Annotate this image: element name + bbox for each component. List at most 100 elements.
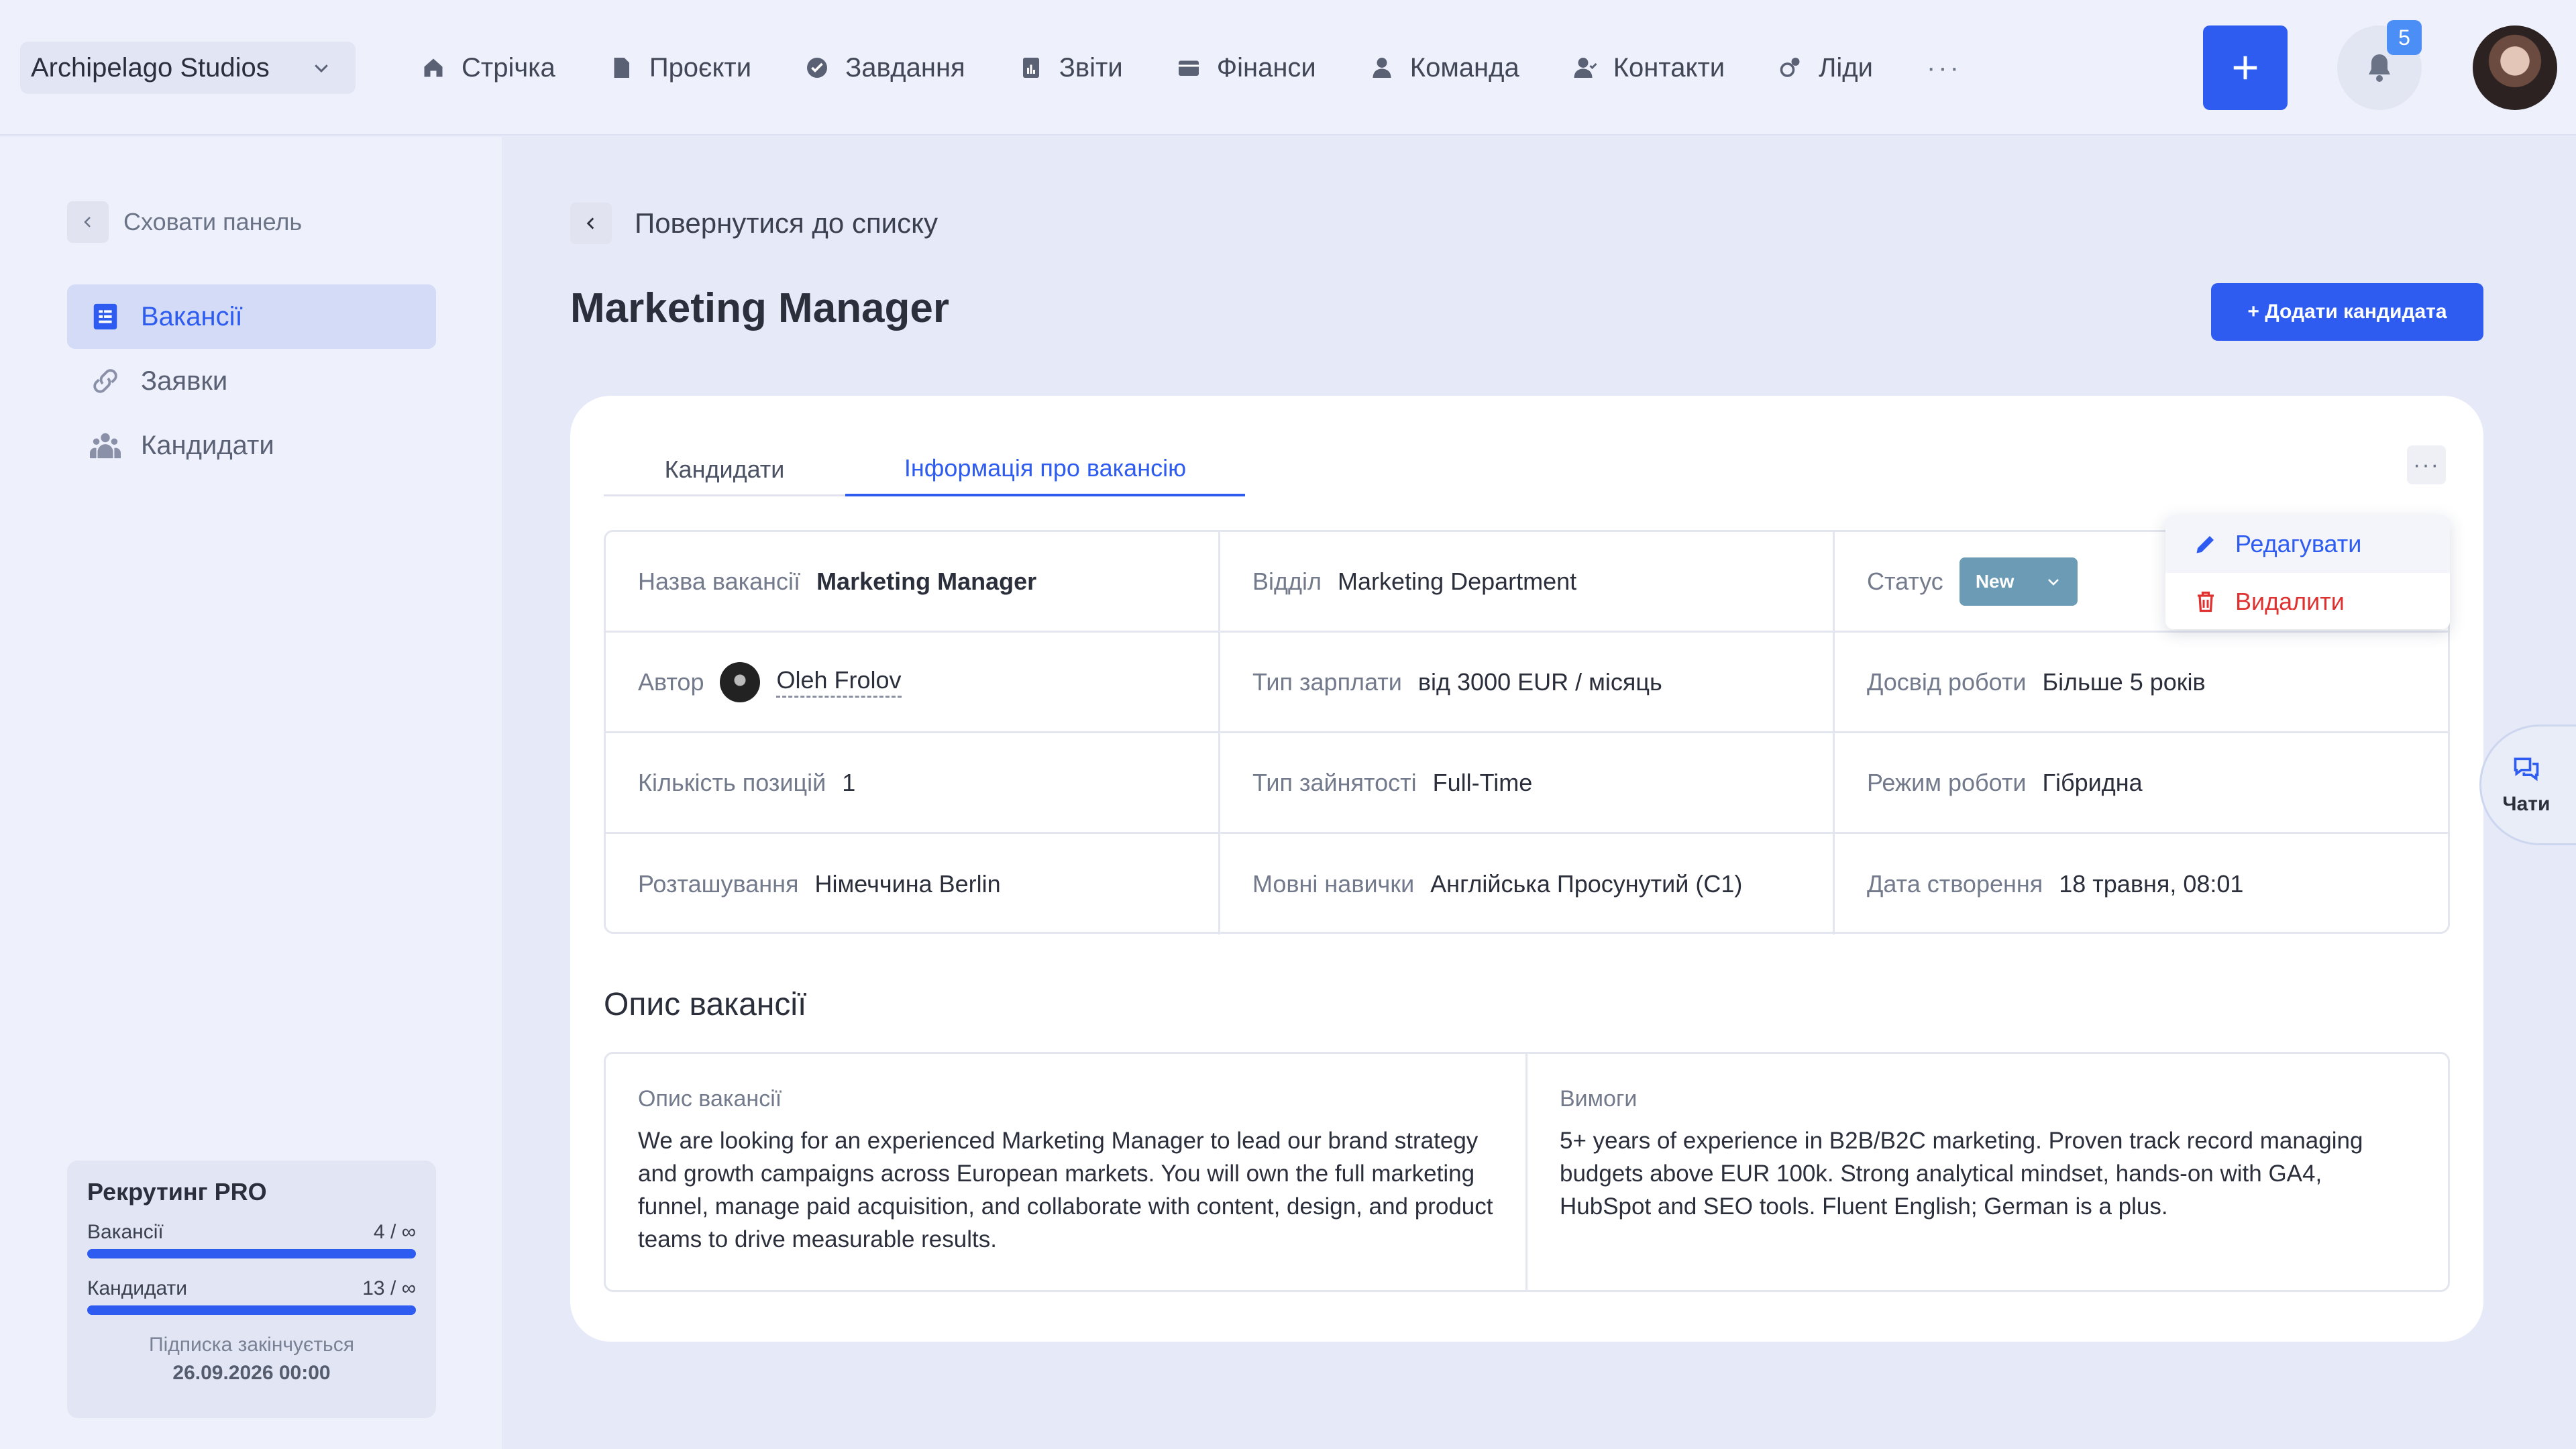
menu-edit[interactable]: Редагувати [2165,515,2450,573]
leads-icon [1780,58,1800,77]
pencil-icon [2196,536,2214,553]
chevron-down-icon [2047,578,2059,586]
info-work-mode: Режим роботи Гібридна [1835,733,2448,834]
info-created: Дата створення 18 травня, 08:01 [1835,834,2448,934]
info-label: Дата створення [1867,870,2043,898]
nav-item-reports[interactable]: Звіти [1019,53,1123,83]
options-menu: Редагувати Видалити [2165,515,2450,629]
report-icon [1022,58,1039,78]
info-value: Більше 5 років [2042,667,2206,696]
description-box: Опис вакансії We are looking for an expe… [604,1052,2450,1292]
info-label: Автор [638,667,704,696]
nav-item-feed[interactable]: Стрічка [421,53,555,83]
hide-panel-button[interactable]: Сховати панель [67,201,302,243]
sidebar-item-vacancies[interactable]: Вакансії [67,284,436,349]
info-label: Розташування [638,870,799,898]
description-column: Опис вакансії We are looking for an expe… [606,1054,1527,1290]
notifications-count-badge: 5 [2387,20,2422,55]
nav-item-finance[interactable]: Фінанси [1177,53,1316,83]
plan-vacancies-value: 4 / ∞ [373,1221,416,1243]
nav-label: Фінанси [1216,52,1316,83]
tabs: Кандидати Інформація про вакансію [604,443,1245,496]
description-label: Опис вакансії [638,1086,782,1112]
hide-panel-label: Сховати панель [123,208,303,235]
sidebar-item-label: Кандидати [141,430,274,460]
main-nav: Стрічка Проєкти Завдання Звіти Фінанси К… [421,42,1962,94]
info-label: Тип зайнятості [1252,768,1417,796]
nav-item-contacts[interactable]: Контакти [1573,53,1725,83]
info-label: Статус [1867,567,1943,595]
info-value: від 3000 EUR / місяць [1417,667,1662,696]
menu-delete-label: Видалити [2235,588,2345,615]
nav-label: Команда [1409,52,1519,83]
tab-vacancy-info[interactable]: Інформація про вакансію [845,443,1245,496]
info-label: Назва вакансії [638,567,801,595]
nav-label: Звіти [1059,52,1123,83]
nav-more-button[interactable]: ··· [1927,53,1962,83]
more-options-button[interactable]: ··· [2407,445,2446,484]
plan-candidates-row: Кандидати 13 / ∞ [87,1277,416,1300]
top-bar: Archipelago Studios Стрічка Проєкти Завд… [0,0,2576,136]
plan-expires-note: Підписка закінчується [149,1334,354,1356]
company-selector[interactable]: Archipelago Studios [20,42,356,94]
chevron-left-icon [67,201,109,243]
info-employment: Тип зайнятості Full-Time [1220,733,1835,834]
quick-add-button[interactable] [2203,25,2288,110]
people-icon [90,433,121,459]
nav-item-team[interactable]: Команда [1370,53,1519,83]
add-candidate-button[interactable]: + Додати кандидата [2211,283,2483,341]
info-label: Відділ [1252,567,1322,595]
author-link[interactable]: Oleh Frolov [776,666,902,698]
wallet-icon [1178,60,1199,76]
status-dropdown[interactable]: New [1959,557,2078,606]
chats-button[interactable]: Чати [2479,724,2576,845]
menu-edit-label: Редагувати [2235,530,2362,557]
chat-icon [2514,757,2539,782]
back-to-list-link[interactable]: Повернутися до списку [570,203,938,244]
subscription-plan-card: Рекрутинг PRO Вакансії 4 / ∞ Кандидати 1… [67,1161,436,1418]
vacancies-icon [93,303,117,330]
sidebar-item-label: Заявки [141,366,228,396]
plan-vacancies-label: Вакансії [87,1221,164,1243]
nav-item-tasks[interactable]: Завдання [805,53,965,83]
sidebar-item-requests[interactable]: Заявки [67,349,436,413]
info-value: Англійська Просунутий (C1) [1430,870,1743,898]
bell-icon [2369,54,2390,82]
check-circle-icon [807,58,828,78]
home-icon [424,58,443,77]
sidebar-item-candidates[interactable]: Кандидати [67,413,436,478]
chevron-left-icon [570,203,612,244]
menu-delete[interactable]: Видалити [2165,573,2450,631]
info-value: 18 травня, 08:01 [2059,870,2244,898]
info-value: Гібридна [2042,768,2143,796]
info-value: 1 [842,768,856,796]
requirements-label: Вимоги [1560,1086,1638,1112]
sidebar: Сховати панель Вакансії Заявки Кандидати… [0,137,502,1449]
trash-icon [2198,591,2214,612]
requirements-text: 5+ years of experience in B2B/B2C market… [1560,1128,2363,1220]
sidebar-item-label: Вакансії [141,301,243,331]
plan-title: Рекрутинг PRO [87,1178,267,1205]
plan-candidates-bar [87,1305,416,1315]
description-text: We are looking for an experienced Market… [638,1128,1493,1252]
chats-label: Чати [2502,793,2551,815]
tab-candidates[interactable]: Кандидати [604,443,845,496]
person-icon [1373,58,1391,78]
user-avatar[interactable] [2473,25,2557,110]
info-experience: Досвід роботи Більше 5 років [1835,633,2448,733]
plan-candidates-value: 13 / ∞ [362,1277,416,1299]
plan-vacancies-bar [87,1249,416,1258]
info-vacancy-name: Назва вакансії Marketing Manager [606,532,1220,633]
info-label: Тип зарплати [1252,667,1402,696]
nav-item-projects[interactable]: Проєкти [609,53,751,83]
info-location: Розташування Німеччина Berlin [606,834,1220,934]
info-value: Marketing Manager [816,567,1037,595]
info-author: Автор Oleh Frolov [606,633,1220,733]
description-section-title: Опис вакансії [604,987,807,1022]
nav-item-leads[interactable]: Ліди [1778,53,1873,83]
author-avatar [720,661,761,702]
plus-icon [2233,56,2257,80]
info-label: Кількість позицій [638,768,826,796]
plan-expires-date: 26.09.2026 00:00 [172,1362,331,1384]
page-title: Marketing Manager [570,285,950,331]
